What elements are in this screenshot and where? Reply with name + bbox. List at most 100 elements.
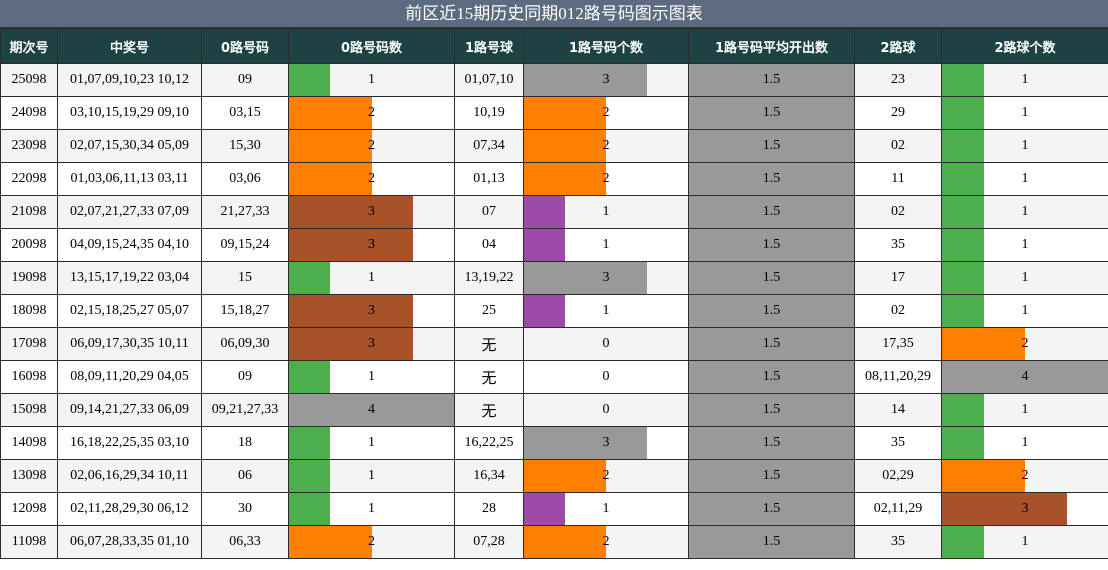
col-header-one-count: 1路号码个数 — [523, 28, 689, 64]
zero-cell: 06 — [201, 459, 289, 493]
table-row: 24098 03,10,15,19,29 09,10 03,15 2 10,19 2 1.5… — [0, 96, 1108, 130]
two-count-cell: 1 — [941, 63, 1108, 97]
bar-mark — [289, 64, 331, 96]
bar-mark — [524, 196, 565, 228]
one-cell: 01,13 — [454, 162, 524, 196]
table-row: 18098 02,15,18,25,27 05,07 15,18,27 3 25 1 1.5… — [0, 294, 1108, 328]
avg-cell: 1.5 — [688, 63, 855, 97]
zero-count-cell: 4 — [288, 393, 455, 427]
two-cell: 35 — [854, 525, 942, 559]
numbers-cell: 08,09,11,20,29 04,05 — [57, 360, 202, 394]
two-cell: 02 — [854, 195, 942, 229]
zero-count-cell: 1 — [288, 459, 455, 493]
one-count-cell: 0 — [523, 327, 689, 361]
one-cell: 07,34 — [454, 129, 524, 163]
one-cell: 28 — [454, 492, 524, 526]
table-row: 17098 06,09,17,30,35 10,11 06,09,30 3 无 0 1.5 1… — [0, 327, 1108, 361]
bar-mark — [942, 295, 984, 327]
two-count-cell: 4 — [941, 360, 1108, 394]
avg-cell: 1.5 — [688, 294, 855, 328]
one-cell: 07 — [454, 195, 524, 229]
bar-value-label: 3 — [1021, 501, 1029, 516]
bar-value-label: 1 — [602, 501, 610, 516]
col-header-numbers: 中奖号 — [57, 28, 202, 64]
issue-cell: 13098 — [0, 459, 58, 493]
zero-count-cell: 1 — [288, 261, 455, 295]
two-cell: 29 — [854, 96, 942, 130]
avg-cell: 1.5 — [688, 228, 855, 262]
numbers-cell: 02,06,16,29,34 10,11 — [57, 459, 202, 493]
bar-mark — [942, 493, 1067, 525]
bar-value-label: 2 — [602, 534, 610, 549]
bar-value-label: 2 — [602, 468, 610, 483]
bar-value-label: 1 — [368, 501, 375, 516]
bar-value-label: 4 — [1021, 369, 1029, 384]
two-cell: 17 — [854, 261, 942, 295]
bar-value-label: 2 — [368, 105, 375, 120]
one-count-cell: 2 — [523, 525, 689, 559]
two-cell: 08,11,20,29 — [854, 360, 942, 394]
bar-value-label: 2 — [1021, 468, 1029, 483]
table-row: 21098 02,07,21,27,33 07,09 21,27,33 3 07 1 1.5… — [0, 195, 1108, 229]
avg-cell: 1.5 — [688, 162, 855, 196]
bar-mark — [524, 460, 606, 492]
bar-mark — [524, 163, 606, 195]
zero-cell: 15,30 — [201, 129, 289, 163]
bar-value-label: 1 — [368, 72, 375, 87]
two-count-cell: 1 — [941, 393, 1108, 427]
bar-value-label: 2 — [368, 171, 375, 186]
numbers-cell: 16,18,22,25,35 03,10 — [57, 426, 202, 460]
bar-mark — [942, 97, 984, 129]
table-row: 22098 01,03,06,11,13 03,11 03,06 2 01,13 2 1.5… — [0, 162, 1108, 196]
issue-cell: 11098 — [0, 525, 58, 559]
bar-mark — [942, 196, 984, 228]
bar-value-label: 2 — [368, 534, 375, 549]
zero-cell: 15,18,27 — [201, 294, 289, 328]
one-count-cell: 2 — [523, 459, 689, 493]
zero-count-cell: 3 — [288, 195, 455, 229]
header-row: 期次号 中奖号 0路号码 0路号码数 1路号球 1路号码个数 1路号码平均开出数… — [0, 28, 1108, 64]
bar-mark — [289, 460, 331, 492]
two-cell: 02,29 — [854, 459, 942, 493]
two-cell: 02 — [854, 129, 942, 163]
two-count-cell: 3 — [941, 492, 1108, 526]
zero-cell: 09 — [201, 360, 289, 394]
bar-value-label: 0 — [602, 369, 610, 384]
bar-value-label: 1 — [1021, 138, 1029, 153]
zero-count-cell: 2 — [288, 129, 455, 163]
avg-cell: 1.5 — [688, 327, 855, 361]
zero-count-cell: 1 — [288, 360, 455, 394]
bar-mark — [942, 460, 1025, 492]
zero-cell: 30 — [201, 492, 289, 526]
table-row: 20098 04,09,15,24,35 04,10 09,15,24 3 04 1 1.5… — [0, 228, 1108, 262]
two-count-cell: 2 — [941, 459, 1108, 493]
two-cell: 35 — [854, 228, 942, 262]
col-header-zero: 0路号码 — [201, 28, 289, 64]
bar-mark — [942, 163, 984, 195]
issue-cell: 20098 — [0, 228, 58, 262]
zero-cell: 21,27,33 — [201, 195, 289, 229]
zero-count-cell: 3 — [288, 327, 455, 361]
bar-value-label: 1 — [1021, 237, 1029, 252]
one-cell: 无 — [454, 393, 524, 427]
avg-cell: 1.5 — [688, 129, 855, 163]
one-cell: 16,34 — [454, 459, 524, 493]
bar-value-label: 3 — [368, 303, 375, 318]
col-header-avg: 1路号码平均开出数 — [688, 28, 855, 64]
bar-value-label: 1 — [1021, 105, 1029, 120]
issue-cell: 17098 — [0, 327, 58, 361]
bar-value-label: 2 — [368, 138, 375, 153]
table-row: 14098 16,18,22,25,35 03,10 18 1 16,22,25 3 1.5… — [0, 426, 1108, 460]
bar-mark — [289, 196, 413, 228]
numbers-cell: 06,07,28,33,35 01,10 — [57, 525, 202, 559]
avg-cell: 1.5 — [688, 261, 855, 295]
bar-value-label: 2 — [1021, 336, 1029, 351]
zero-count-cell: 3 — [288, 228, 455, 262]
bar-mark — [942, 394, 984, 426]
chart-container: 前区近15期历史同期012路号码图示图表 期次号 中奖号 0路号码 0路号码数 … — [0, 0, 1108, 570]
zero-count-cell: 3 — [288, 294, 455, 328]
zero-cell: 06,09,30 — [201, 327, 289, 361]
one-count-cell: 3 — [523, 63, 689, 97]
numbers-cell: 13,15,17,19,22 03,04 — [57, 261, 202, 295]
one-count-cell: 3 — [523, 426, 689, 460]
